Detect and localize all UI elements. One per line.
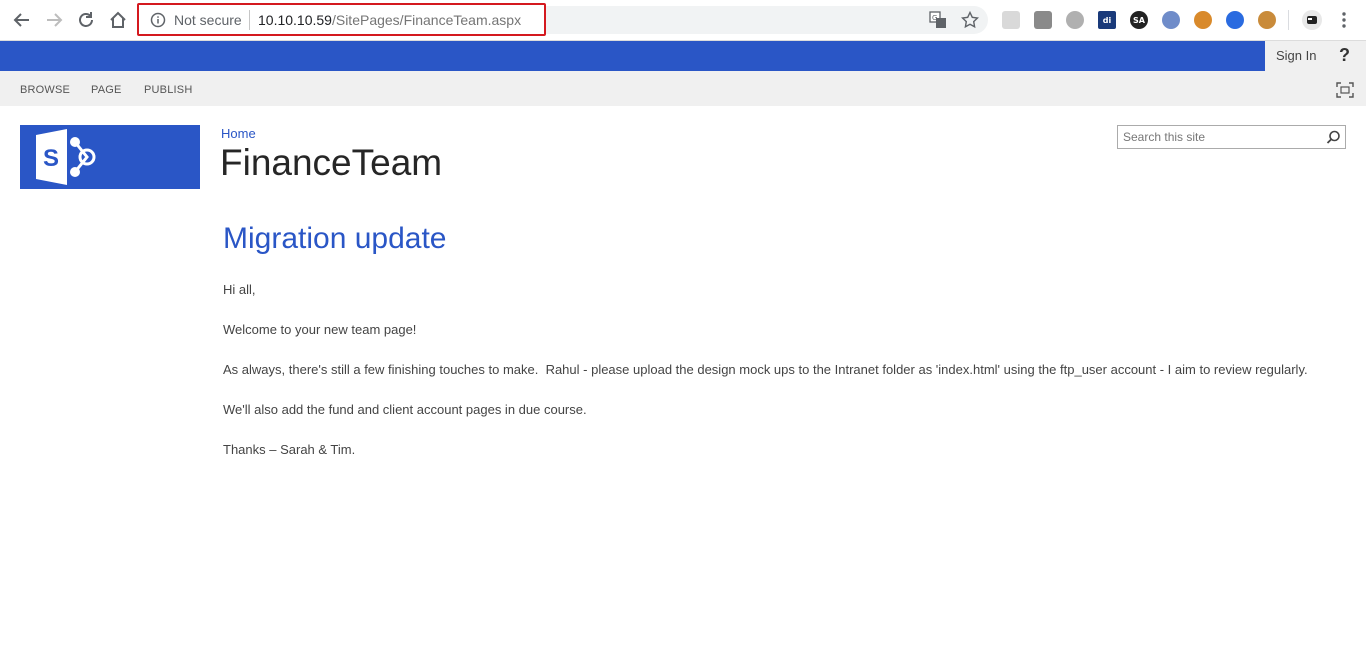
url-text[interactable]: 10.10.10.59/SitePages/FinanceTeam.aspx <box>258 12 521 28</box>
paragraph: Thanks – Sarah & Tim. <box>223 442 356 457</box>
fox-extension-icon[interactable] <box>1194 11 1212 29</box>
svg-text:S: S <box>43 145 59 172</box>
page-heading: Migration update <box>223 222 447 255</box>
search-icon[interactable] <box>1326 130 1341 145</box>
tab-page[interactable]: PAGE <box>91 84 122 96</box>
security-status[interactable]: Not secure <box>174 12 242 28</box>
sign-in-area: Sign In ? <box>1265 41 1366 71</box>
bookmark-star-icon[interactable] <box>960 10 980 30</box>
reload-icon <box>79 12 93 27</box>
hexagon-extension-icon[interactable] <box>1066 11 1084 29</box>
focus-on-content-icon[interactable] <box>1336 82 1354 98</box>
paragraph: Welcome to your new team page! <box>223 322 417 337</box>
sa-extension-icon[interactable]: SA <box>1130 11 1148 29</box>
sharepoint-logo-icon: S <box>36 129 96 185</box>
browser-toolbar: Not secure 10.10.10.59/SitePages/Finance… <box>0 0 1366 41</box>
paragraph: As always, there's still a few finishing… <box>223 362 1308 377</box>
more-vertical-icon <box>1342 12 1346 28</box>
home-icon <box>110 11 126 28</box>
grid-extension-icon[interactable] <box>1002 11 1020 29</box>
paragraph: Hi all, <box>223 282 256 297</box>
url-path: /SitePages/FinanceTeam.aspx <box>331 12 522 28</box>
forward-arrow-icon <box>47 13 63 27</box>
translate-icon[interactable]: G <box>928 10 948 30</box>
breadcrumb-home-link[interactable]: Home <box>221 126 256 141</box>
camera-extension-icon[interactable] <box>1034 11 1052 29</box>
back-button[interactable] <box>10 8 34 32</box>
sign-in-link[interactable]: Sign In <box>1276 48 1316 63</box>
url-host: 10.10.10.59 <box>258 12 332 28</box>
help-icon[interactable]: ? <box>1339 45 1350 66</box>
refresh-extension-icon[interactable] <box>1226 11 1244 29</box>
tab-publish[interactable]: PUBLISH <box>144 84 192 96</box>
home-button[interactable] <box>106 8 130 32</box>
cookie-extension-icon[interactable] <box>1258 11 1276 29</box>
ribbon: BROWSE PAGE PUBLISH <box>0 71 1366 106</box>
chart-extension-icon[interactable]: di <box>1098 11 1116 29</box>
url-separator <box>249 10 250 30</box>
suite-bar: Sign In ? <box>0 41 1366 71</box>
back-arrow-icon <box>13 13 29 27</box>
toolbar-divider <box>1288 10 1289 30</box>
forward-button[interactable] <box>42 8 66 32</box>
paragraph: We'll also add the fund and client accou… <box>223 402 587 417</box>
profile-avatar[interactable] <box>1302 10 1322 30</box>
search-input[interactable] <box>1118 126 1322 148</box>
reload-button[interactable] <box>74 8 98 32</box>
svg-text:G: G <box>932 14 937 22</box>
tab-browse[interactable]: BROWSE <box>20 84 70 96</box>
browser-menu-button[interactable] <box>1332 8 1356 32</box>
site-search <box>1117 125 1346 149</box>
site-logo[interactable]: S <box>20 125 200 189</box>
info-icon[interactable] <box>150 12 166 28</box>
wappalyzer-extension-icon[interactable] <box>1162 11 1180 29</box>
site-title[interactable]: FinanceTeam <box>220 142 442 184</box>
